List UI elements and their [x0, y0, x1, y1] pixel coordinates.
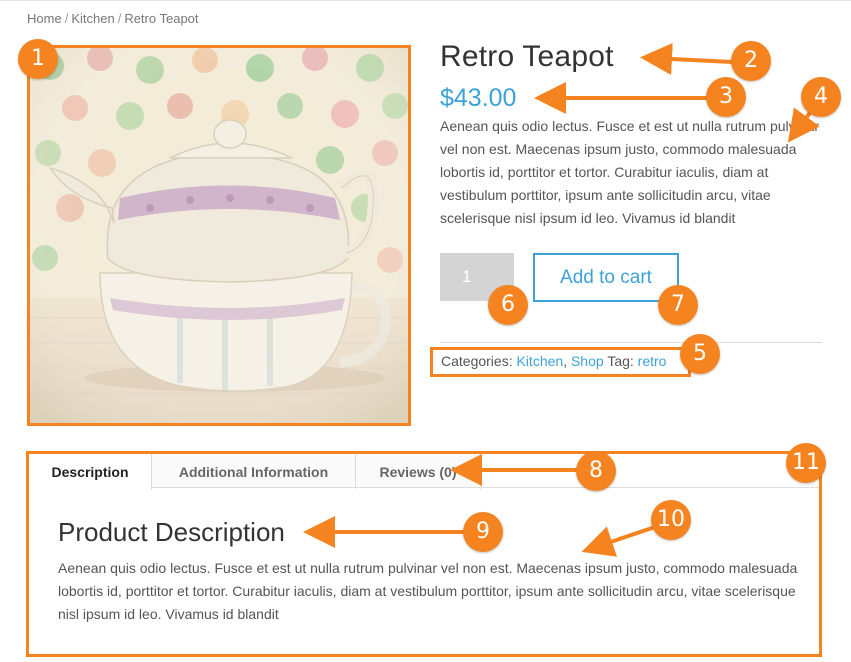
arrow-2 — [640, 43, 734, 75]
category-link-kitchen[interactable]: Kitchen — [516, 353, 563, 369]
product-price: $43.00 — [440, 84, 517, 112]
category-link-shop[interactable]: Shop — [571, 353, 604, 369]
panel-text: Aenean quis odio lectus. Fusce et est ut… — [58, 560, 798, 622]
product-meta: Categories: Kitchen, Shop Tag: retro — [430, 347, 691, 377]
product-title: Retro Teapot — [440, 40, 614, 73]
annotation-badge: 8 — [576, 451, 616, 491]
product-image[interactable] — [27, 45, 411, 426]
tag-label: Tag: — [607, 353, 634, 369]
annotation-badge: 3 — [706, 77, 746, 117]
annotation-badge: 1 — [18, 39, 58, 79]
teapot-photo-icon — [30, 48, 408, 423]
tab-description[interactable]: Description — [29, 454, 152, 490]
meta-divider — [440, 342, 822, 343]
tab-reviews[interactable]: Reviews (0) — [356, 454, 481, 489]
top-divider — [0, 0, 851, 1]
annotation-badge: 4 — [801, 77, 841, 117]
breadcrumb: Home / Kitchen / Retro Teapot — [27, 11, 199, 26]
panel-title: Product Description — [58, 517, 285, 547]
breadcrumb-current: Retro Teapot — [124, 11, 199, 26]
breadcrumb-home[interactable]: Home — [27, 11, 62, 26]
annotation-badge: 7 — [658, 285, 698, 325]
categories-label: Categories: — [441, 353, 513, 369]
annotation-badge: 2 — [731, 41, 771, 81]
category-separator: , — [563, 353, 568, 369]
product-tabs: Description Additional Information Revie… — [26, 451, 822, 657]
add-to-cart-button[interactable]: Add to cart — [533, 253, 679, 302]
annotation-badge: 6 — [488, 285, 528, 325]
annotation-badge: 10 — [651, 500, 691, 540]
breadcrumb-separator: / — [117, 11, 122, 26]
annotation-badge: 9 — [463, 512, 503, 552]
tab-bar-spacer — [481, 454, 819, 488]
breadcrumb-kitchen[interactable]: Kitchen — [71, 11, 114, 26]
breadcrumb-separator: / — [64, 11, 69, 26]
product-short-description: Aenean quis odio lectus. Fusce et est ut… — [440, 118, 819, 226]
annotation-badge: 5 — [680, 334, 720, 374]
annotation-badge: 11 — [786, 443, 826, 483]
tag-link-retro[interactable]: retro — [638, 353, 667, 369]
tab-additional-information[interactable]: Additional Information — [152, 454, 356, 489]
